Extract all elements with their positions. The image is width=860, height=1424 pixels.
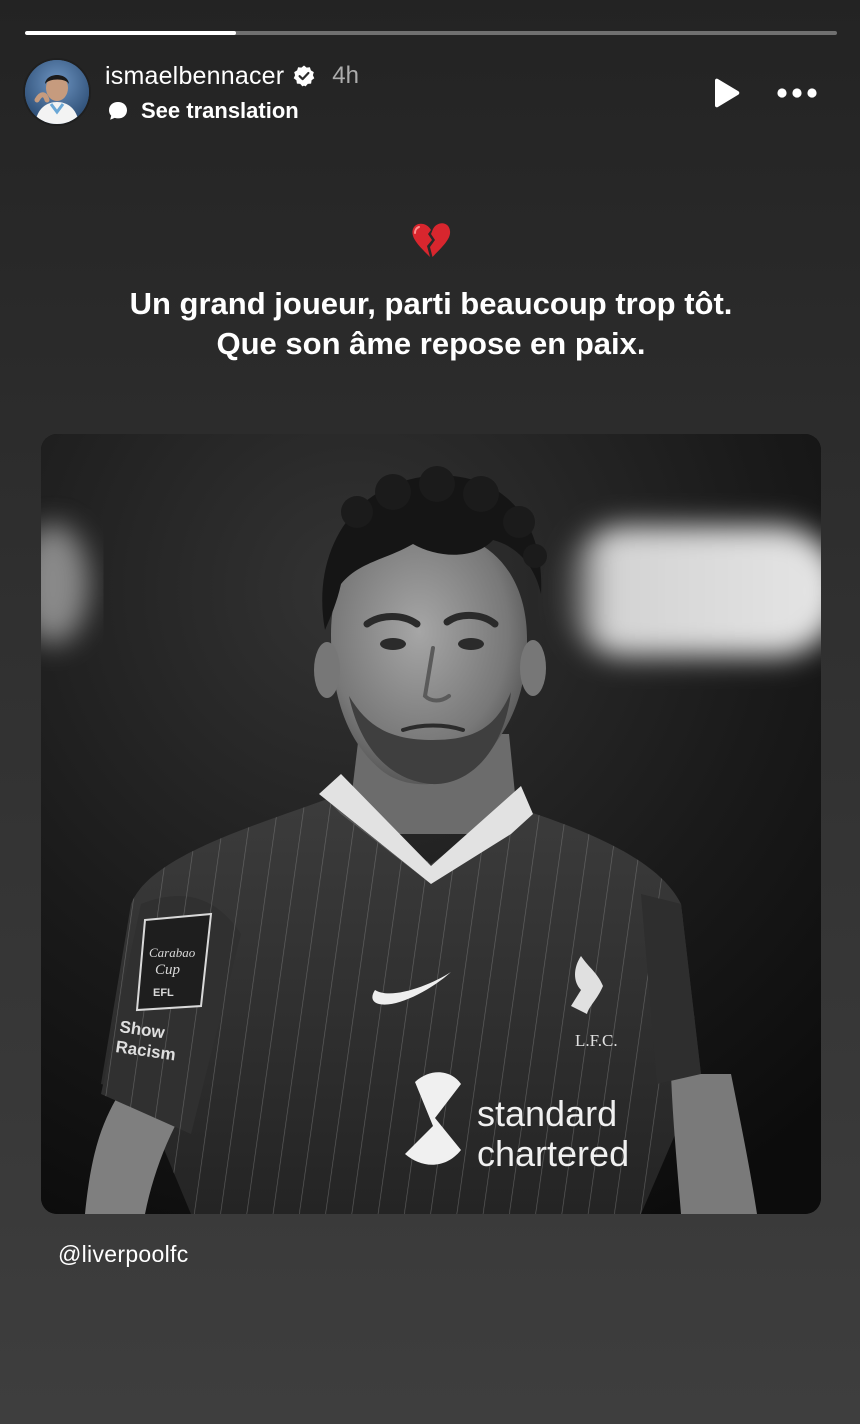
- see-translation-label: See translation: [141, 98, 299, 123]
- caption-line-1: Un grand joueur, parti beaucoup trop tôt…: [129, 286, 733, 321]
- caption-line-2: Que son âme repose en paix.: [216, 326, 646, 361]
- post-time: 4h: [332, 62, 359, 89]
- user-line: ismaelbennacer 4h: [105, 60, 359, 92]
- verified-badge-icon: [292, 64, 316, 88]
- story-photo[interactable]: Carabao Cup EFL Show Racism L.F.C. stand…: [41, 434, 821, 1214]
- svg-text:Cup: Cup: [155, 962, 181, 978]
- svg-text:EFL: EFL: [153, 987, 174, 999]
- avatar[interactable]: [25, 60, 89, 124]
- play-icon: [715, 78, 740, 108]
- broken-heart-icon: [410, 220, 452, 260]
- more-options-button[interactable]: [773, 76, 823, 110]
- mention-link[interactable]: @liverpoolfc: [58, 1241, 189, 1268]
- svg-text:chartered: chartered: [477, 1133, 629, 1174]
- svg-text:Carabao: Carabao: [149, 945, 196, 960]
- story-header: ismaelbennacer 4h See translation: [25, 58, 837, 128]
- more-options-icon: [777, 88, 817, 98]
- story-progress-fill: [25, 31, 237, 35]
- story-progress-bar: [25, 31, 837, 35]
- svg-text:standard: standard: [477, 1093, 617, 1134]
- story-viewer: ismaelbennacer 4h See translation Un gra…: [0, 0, 860, 1424]
- story-caption: Un grand joueur, parti beaucoup trop tôt…: [40, 284, 822, 364]
- play-button[interactable]: [709, 76, 743, 110]
- player-photo: Carabao Cup EFL Show Racism L.F.C. stand…: [41, 434, 821, 1214]
- see-translation-button[interactable]: See translation: [105, 96, 299, 126]
- username[interactable]: ismaelbennacer: [105, 62, 284, 91]
- svg-text:L.F.C.: L.F.C.: [575, 1031, 618, 1050]
- translate-icon: [107, 100, 129, 122]
